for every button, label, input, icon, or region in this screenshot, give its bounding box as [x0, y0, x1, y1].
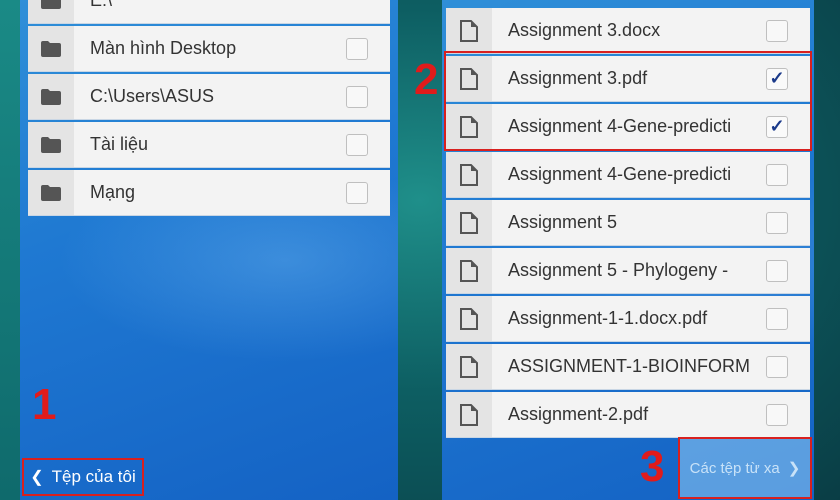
step-marker-1: 1 — [32, 380, 57, 429]
file-icon — [446, 296, 492, 341]
file-label: Assignment 3.docx — [508, 20, 661, 40]
selected-files-highlight — [444, 51, 812, 151]
file-row[interactable]: Assignment-2.pdf — [446, 392, 810, 438]
file-label: Assignment 4-Gene-predicti — [508, 164, 732, 184]
file-icon — [446, 248, 492, 293]
select-checkbox[interactable] — [766, 403, 788, 426]
left-file-panel: E:\ Màn hình Desktop C:\Users\ASUS Tài l… — [20, 0, 398, 500]
folder-row-e-drive[interactable]: E:\ — [28, 0, 390, 24]
folder-row-desktop[interactable]: Màn hình Desktop — [28, 26, 390, 72]
folder-icon — [28, 74, 74, 119]
folder-icon — [28, 170, 74, 215]
step-marker-2: 2 — [414, 55, 439, 104]
file-label: Assignment 5 — [508, 212, 618, 232]
file-icon — [446, 392, 492, 437]
step-marker-3: 3 — [640, 442, 665, 491]
folder-label: E:\ — [90, 0, 113, 10]
folder-row-users-asus[interactable]: C:\Users\ASUS — [28, 74, 390, 120]
my-files-label: Tệp của tôi — [51, 467, 136, 486]
select-checkbox[interactable] — [346, 85, 368, 108]
file-icon — [446, 344, 492, 389]
background-edge — [0, 0, 20, 500]
remote-files-label: Các tệp từ xa — [689, 459, 780, 477]
file-row[interactable]: Assignment 5 — [446, 200, 810, 246]
file-icon — [446, 8, 492, 53]
select-checkbox[interactable] — [346, 181, 368, 204]
select-checkbox[interactable] — [766, 259, 788, 282]
folder-icon — [28, 0, 74, 23]
my-files-button[interactable]: ❮ Tệp của tôi — [22, 458, 144, 496]
file-row[interactable]: Assignment-1-1.docx.pdf — [446, 296, 810, 342]
folder-row-network[interactable]: Mạng — [28, 170, 390, 216]
folder-label: C:\Users\ASUS — [90, 86, 215, 106]
folder-label: Mạng — [90, 182, 136, 202]
select-checkbox[interactable] — [766, 355, 788, 378]
file-label: Assignment-1-1.docx.pdf — [508, 308, 708, 328]
file-row[interactable]: Assignment 3.docx — [446, 8, 810, 54]
file-label: Assignment-2.pdf — [508, 404, 649, 424]
file-label: Assignment 5 - Phylogeny - — [508, 260, 729, 280]
chevron-left-icon: ❮ — [30, 469, 44, 486]
select-checkbox[interactable] — [766, 19, 788, 42]
select-checkbox[interactable] — [346, 37, 368, 60]
remote-files-button[interactable]: Các tệp từ xa ❯ — [678, 437, 812, 499]
select-checkbox[interactable] — [766, 163, 788, 186]
file-row[interactable]: ASSIGNMENT-1-BIOINFORM — [446, 344, 810, 390]
file-icon — [446, 200, 492, 245]
folder-icon — [28, 122, 74, 167]
file-label: ASSIGNMENT-1-BIOINFORM — [508, 356, 751, 376]
file-row[interactable]: Assignment 4-Gene-predicti — [446, 152, 810, 198]
folder-label: Tài liệu — [90, 134, 149, 154]
file-icon — [446, 152, 492, 197]
folder-row-documents[interactable]: Tài liệu — [28, 122, 390, 168]
folder-label: Màn hình Desktop — [90, 38, 237, 58]
chevron-right-icon: ❯ — [787, 460, 801, 477]
select-checkbox[interactable] — [766, 211, 788, 234]
file-row[interactable]: Assignment 5 - Phylogeny - — [446, 248, 810, 294]
select-checkbox[interactable] — [346, 133, 368, 156]
select-checkbox[interactable] — [766, 307, 788, 330]
folder-icon — [28, 26, 74, 71]
